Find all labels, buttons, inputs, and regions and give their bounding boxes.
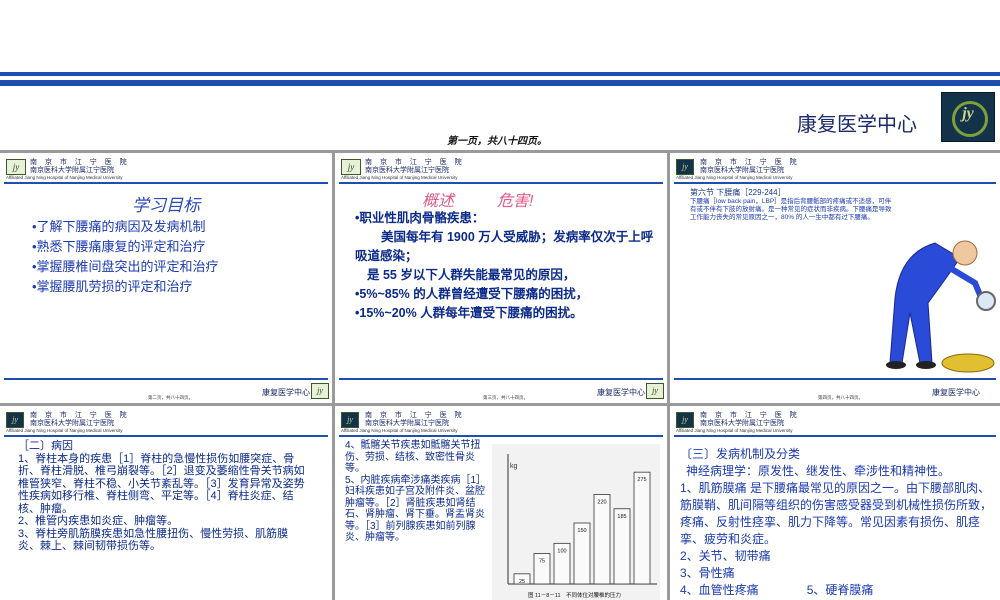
chart-caption: 图 11－8－11 不同体位对腰椎的压力 bbox=[528, 591, 621, 599]
page-label: 第一页，共八十四页。 bbox=[447, 136, 547, 147]
slide-body: •职业性肌肉骨骼疾患： 美国每年有 1900 万人受威胁；发病率仅次于上呼吸道感… bbox=[355, 209, 655, 323]
objective-list: •了解下腰痛的病因及发病机制 •熟悉下腰痛康复的评定和治疗 •掌握腰椎间盘突出的… bbox=[32, 217, 219, 297]
hospital-name-en: Affiliated Jiang Ning Hospital of Nanjin… bbox=[341, 428, 458, 433]
bar-value-label: 75 bbox=[539, 559, 545, 565]
hospital-logo-icon: jy bbox=[676, 412, 694, 428]
cartoon-illustration bbox=[886, 240, 996, 373]
header-divider bbox=[674, 182, 996, 184]
hospital-name-alt: 南京医科大学附属江宁医院 bbox=[700, 167, 784, 174]
text-line: 1、肌筋膜痛 是下腰痛最常见的原因之一。由下腰部肌肉、筋膜鞘、肌间隔等组织的伤害… bbox=[680, 481, 993, 546]
slide-body: 4、骶髂关节疾患如骶髂关节扭伤、劳损、结核、致密性骨炎等。 5、内脏疾病牵涉痛类… bbox=[345, 440, 493, 544]
y-axis-label: kg bbox=[510, 463, 518, 470]
list-item: •掌握腰椎间盘突出的评定和治疗 bbox=[32, 259, 219, 274]
hospital-logo-icon: jy bbox=[311, 383, 329, 399]
footer-dept: 康复医学中心 bbox=[932, 388, 980, 397]
bar-value-label: 150 bbox=[577, 528, 586, 534]
footer-page: 第四页，共八十四页。 bbox=[818, 395, 863, 400]
header-divider bbox=[4, 435, 328, 437]
text-line: 是 55 岁以下人群失能最常见的原因， bbox=[367, 268, 576, 282]
text-line: •5%~85% 的人群曾经遭受下腰痛的困扰， bbox=[355, 287, 589, 301]
hospital-logo-icon: jy bbox=[341, 412, 359, 428]
text-line: 3、骨性痛 bbox=[680, 566, 735, 580]
section-heading: 第六节 下腰痛［229-244］ bbox=[690, 188, 786, 197]
bar bbox=[613, 508, 631, 585]
hospital-name-en: Affiliated Jiang Ning Hospital of Nanjin… bbox=[676, 175, 793, 180]
footer-page: 第三页，共八十四页。 bbox=[483, 395, 528, 400]
hospital-logo-icon: jy bbox=[6, 159, 26, 175]
header-divider bbox=[339, 182, 663, 184]
text-line: 1、脊柱本身的疾患［1］脊柱的急慢性损伤如腰突症、骨折、脊柱滑脱、椎弓崩裂等。［… bbox=[18, 452, 305, 515]
hospital-logo-icon: jy bbox=[676, 159, 694, 175]
section-body: 下腰痛［low back pain，LBP］是指后背腰骶部的疼痛或不适感，可伴有… bbox=[690, 198, 892, 221]
bar-value-label: 25 bbox=[519, 579, 525, 585]
slide-title: 概述 bbox=[422, 193, 455, 210]
bar-value-label: 100 bbox=[557, 548, 566, 554]
slide-title: 学习目标 bbox=[132, 196, 200, 215]
hospital-name-en: Affiliated Jiang Ning Hospital of Nanjin… bbox=[341, 175, 458, 180]
hospital-name-alt: 南京医科大学附属江宁医院 bbox=[700, 420, 784, 427]
header-divider bbox=[339, 435, 663, 437]
text-line: 3、脊柱旁肌筋膜疾患如急性腰扭伤、慢性劳损、肌筋膜炎、棘上、棘间韧带损伤等。 bbox=[18, 527, 289, 553]
top-banner: 第一页，共八十四页。 康复医学中心 jy bbox=[0, 0, 1000, 150]
hospital-logo-icon: jy bbox=[646, 383, 664, 399]
bar-value-label: 275 bbox=[637, 477, 646, 483]
slide-thumb-7[interactable]: jy 南 京 市 江 宁 医 院 南京医科大学附属江宁医院 Affiliated… bbox=[670, 406, 1000, 600]
bar bbox=[593, 494, 611, 585]
slide-thumb-5[interactable]: jy 南 京 市 江 宁 医 院 南京医科大学附属江宁医院 Affiliated… bbox=[0, 406, 332, 600]
footer-dept: 康复医学中心 bbox=[262, 388, 310, 397]
hospital-name-alt: 南京医科大学附属江宁医院 bbox=[30, 420, 114, 427]
bar-value-label: 220 bbox=[597, 500, 606, 506]
banner-stripe bbox=[0, 80, 1000, 86]
slide-title-2: 危害! bbox=[497, 193, 534, 210]
text-line: 4、血管性疼痛 5、硬脊膜痛 bbox=[680, 583, 874, 597]
list-item: •熟悉下腰痛康复的评定和治疗 bbox=[32, 239, 206, 254]
text-line: 2、关节、韧带痛 bbox=[680, 549, 771, 563]
slide-body: 〔三〕发病机制及分类 神经病理学：原发性、继发性、牵涉性和精神性。 1、肌筋膜痛… bbox=[680, 446, 995, 599]
pressure-bar-chart: kg 25 75 100 150 220 185 275 图 11－8－11 不同体位对腰椎… bbox=[492, 444, 660, 600]
footer-dept: 康复医学中心 bbox=[597, 388, 645, 397]
banner-stripe bbox=[0, 72, 1000, 76]
hospital-logo: jy bbox=[941, 92, 995, 142]
slide-thumb-4[interactable]: jy 南 京 市 江 宁 医 院 南京医科大学附属江宁医院 Affiliated… bbox=[670, 153, 1000, 403]
text-line: 神经病理学：原发性、继发性、牵涉性和精神性。 bbox=[686, 464, 951, 478]
slide-thumb-6[interactable]: jy 南 京 市 江 宁 医 院 南京医科大学附属江宁医院 Affiliated… bbox=[335, 406, 667, 600]
hospital-logo-icon: jy bbox=[341, 159, 361, 175]
text-line: •15%~20% 人群每年遭受下腰痛的困扰。 bbox=[355, 306, 583, 320]
text-line: 2、椎管内疾患如炎症、肿瘤等。 bbox=[18, 515, 179, 527]
footer-page: 第二页，共八十四页。 bbox=[148, 395, 193, 400]
slide-thumb-3[interactable]: jy 南 京 市 江 宁 医 院 南京医科大学附属江宁医院 Affiliated… bbox=[335, 153, 667, 403]
footer-divider bbox=[339, 378, 663, 380]
text-line: 〔三〕发病机制及分类 bbox=[680, 447, 801, 461]
hospital-name-alt: 南京医科大学附属江宁医院 bbox=[30, 167, 114, 174]
text-line: 5、内脏疾病牵涉痛类疾病［1］妇科疾患如子宫及附件炎、盆腔肿瘤等。［2］肾脏疾患… bbox=[345, 474, 487, 544]
header-divider bbox=[4, 182, 328, 184]
hospital-name-en: Affiliated Jiang Ning Hospital of Nanjin… bbox=[6, 428, 123, 433]
list-item: •掌握腰肌劳损的评定和治疗 bbox=[32, 279, 193, 294]
footer-divider bbox=[674, 378, 996, 380]
hospital-name-en: Affiliated Jiang Ning Hospital of Nanjin… bbox=[676, 428, 793, 433]
hospital-name-en: Affiliated Jiang Ning Hospital of Nanjin… bbox=[6, 175, 123, 180]
hospital-name-alt: 南京医科大学附属江宁医院 bbox=[365, 167, 449, 174]
footer-divider bbox=[4, 378, 328, 380]
hospital-name-alt: 南京医科大学附属江宁医院 bbox=[365, 420, 449, 427]
hospital-logo-icon: jy bbox=[6, 412, 24, 428]
header-divider bbox=[674, 435, 996, 437]
dept-title: 康复医学中心 bbox=[797, 114, 917, 136]
bar-value-label: 185 bbox=[617, 514, 626, 520]
text-line: ［二〕病因 bbox=[18, 440, 73, 452]
slide-thumb-2[interactable]: jy 南 京 市 江 宁 医 院 南京医科大学附属江宁医院 Affiliated… bbox=[0, 153, 332, 403]
bar bbox=[633, 471, 651, 585]
text-line: •职业性肌肉骨骼疾患： bbox=[355, 211, 485, 225]
text-line: 4、骶髂关节疾患如骶髂关节扭伤、劳损、结核、致密性骨炎等。 bbox=[345, 440, 481, 474]
list-item: •了解下腰痛的病因及发病机制 bbox=[32, 219, 206, 234]
text-line: 美国每年有 1900 万人受威胁；发病率仅次于上呼吸道感染； bbox=[355, 230, 654, 263]
slide-body: ［二〕病因 1、脊柱本身的疾患［1］脊柱的急慢性损伤如腰突症、骨折、脊柱滑脱、椎… bbox=[18, 440, 308, 553]
